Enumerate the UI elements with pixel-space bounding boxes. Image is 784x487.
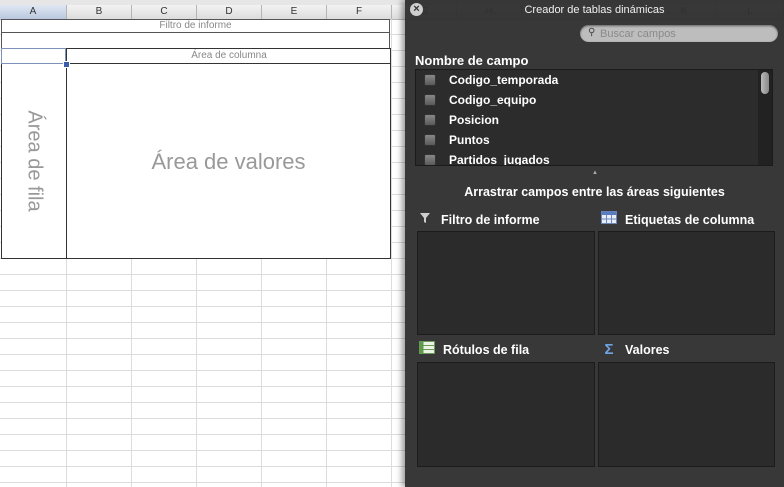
report-filter-area[interactable]: Filtro de informe	[1, 19, 390, 33]
column-header-e[interactable]: E	[262, 5, 327, 19]
field-item[interactable]: Codigo_temporada	[416, 70, 772, 90]
sigma-icon: Σ	[604, 341, 614, 358]
field-label: Puntos	[449, 133, 490, 147]
filter-drop-zone[interactable]	[417, 231, 595, 335]
row-labels-icon	[419, 341, 435, 359]
drag-hint-text: Arrastrar campos entre las áreas siguien…	[464, 185, 725, 199]
column-header-b[interactable]: B	[67, 5, 132, 19]
values-area[interactable]: Área de valores	[66, 64, 391, 259]
field-checkbox[interactable]	[424, 74, 436, 86]
column-area[interactable]: Área de columna	[66, 48, 391, 64]
field-item[interactable]: Puntos	[416, 130, 772, 150]
scrollbar-thumb[interactable]	[761, 72, 769, 94]
column-labels-icon	[601, 211, 617, 229]
column-labels-area-header: Etiquetas de columna	[601, 211, 754, 229]
field-label: Codigo_equipo	[449, 93, 537, 107]
splitter-handle-icon[interactable]: ▲	[591, 170, 599, 176]
filter-icon	[417, 211, 433, 229]
row-area-label: Área de fila	[23, 110, 46, 212]
field-list: Codigo_temporada Codigo_equipo Posicion …	[415, 69, 773, 166]
fill-handle[interactable]	[63, 61, 70, 68]
field-item[interactable]: Codigo_equipo	[416, 90, 772, 110]
filter-area-label: Filtro de informe	[441, 213, 540, 227]
values-drop-zone[interactable]	[598, 362, 775, 467]
values-area-label: Valores	[625, 343, 670, 357]
pivot-table-builder-panel: Creador de tablas dinámicas × ⚲ Nombre d…	[405, 0, 784, 487]
field-item[interactable]: Posicion	[416, 110, 772, 130]
field-search-box[interactable]: ⚲	[580, 25, 778, 42]
field-checkbox[interactable]	[424, 154, 436, 165]
field-label: Posicion	[449, 113, 500, 127]
column-header-a[interactable]: A	[0, 5, 67, 19]
search-input[interactable]	[600, 25, 770, 42]
field-list-scrollbar[interactable]	[758, 70, 772, 165]
report-filter-gap	[1, 33, 390, 48]
field-item[interactable]: Partidos_jugados	[416, 150, 772, 166]
grid-line	[391, 19, 392, 487]
values-area-header: Σ Valores	[601, 341, 669, 359]
column-header-d[interactable]: D	[197, 5, 262, 19]
column-labels-drop-zone[interactable]	[598, 231, 775, 335]
row-labels-area-label: Rótulos de fila	[443, 343, 530, 357]
field-label: Codigo_temporada	[449, 73, 559, 87]
field-checkbox[interactable]	[424, 94, 436, 106]
field-checkbox[interactable]	[424, 114, 436, 126]
row-labels-drop-zone[interactable]	[417, 362, 595, 467]
field-checkbox[interactable]	[424, 134, 436, 146]
search-icon: ⚲	[588, 27, 596, 38]
close-icon[interactable]: ×	[410, 3, 423, 16]
row-area[interactable]: Área de fila	[1, 64, 67, 259]
field-name-heading: Nombre de campo	[415, 53, 529, 68]
column-header-f[interactable]: F	[327, 5, 392, 19]
row-labels-area-header: Rótulos de fila	[419, 341, 529, 359]
selected-cell-a[interactable]	[1, 48, 66, 64]
panel-title: Creador de tablas dinámicas	[524, 4, 665, 16]
column-header-c[interactable]: C	[132, 5, 197, 19]
column-labels-area-label: Etiquetas de columna	[625, 213, 755, 227]
field-label: Partidos_jugados	[449, 153, 550, 166]
filter-area-header: Filtro de informe	[417, 211, 540, 229]
